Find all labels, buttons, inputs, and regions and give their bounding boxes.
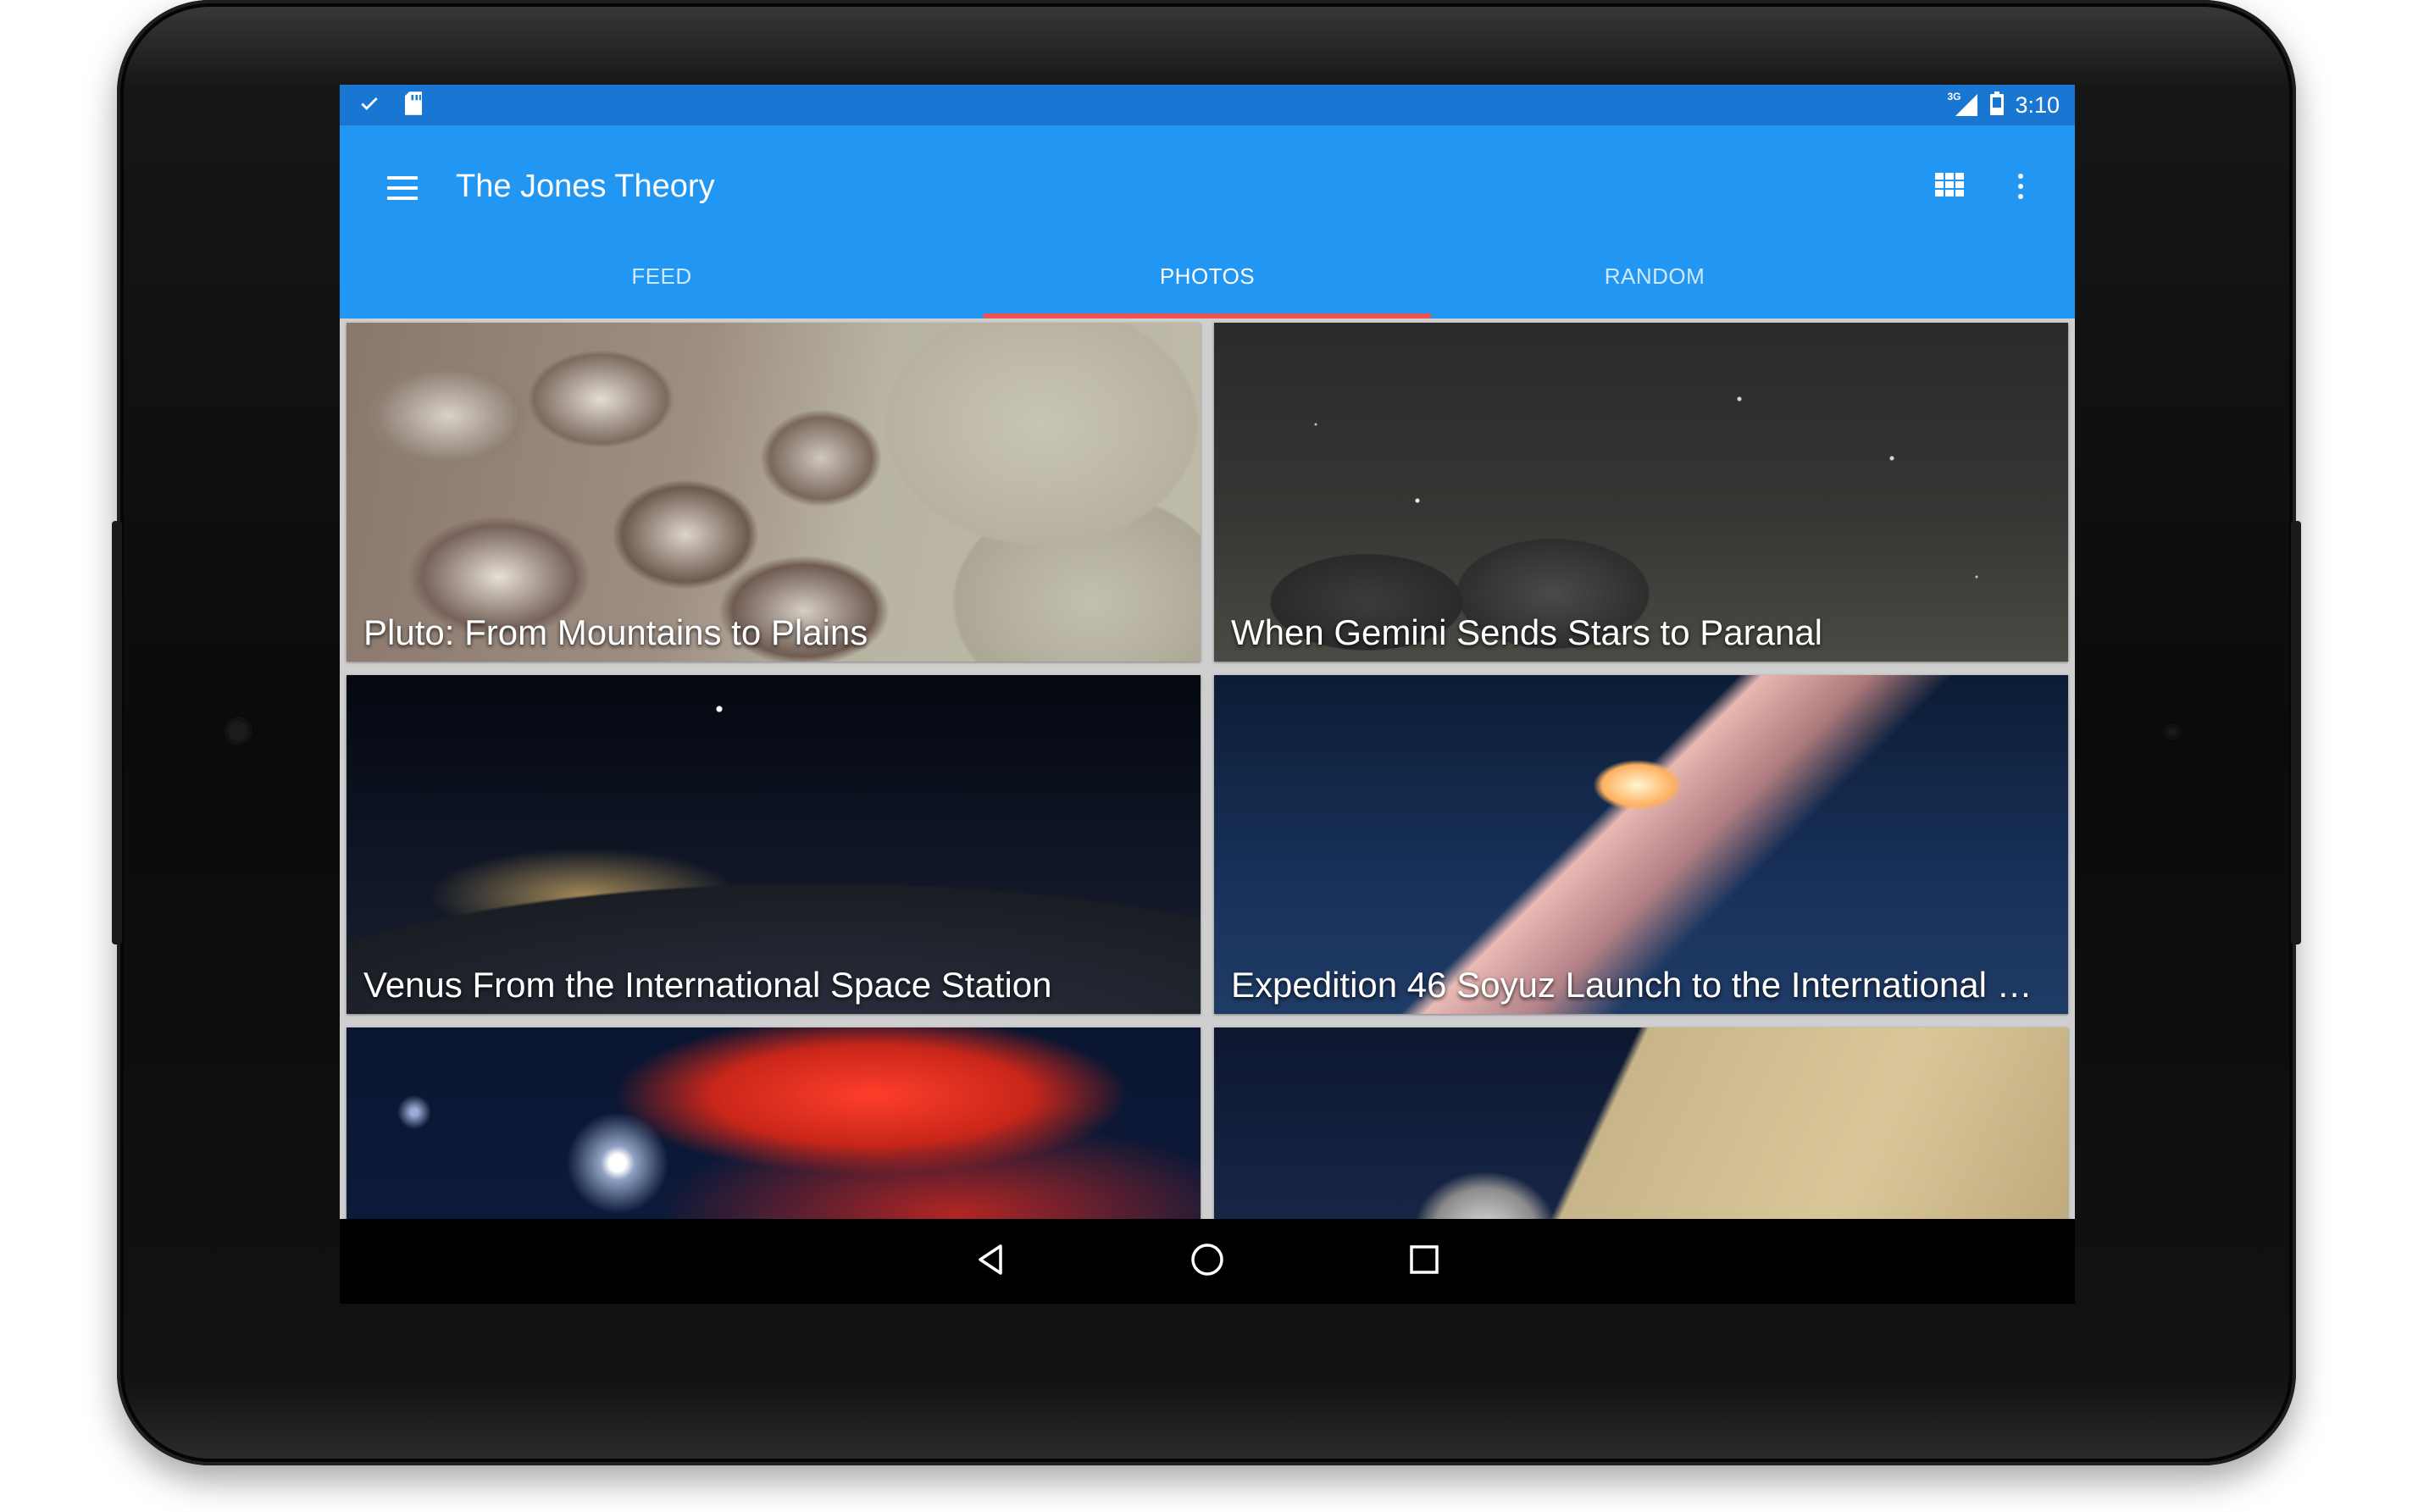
status-notifications	[358, 85, 424, 125]
navigation-bar	[340, 1219, 2075, 1304]
photo-caption: When Gemini Sends Stars to Paranal	[1231, 612, 1823, 652]
signal-icon: 3G	[1947, 91, 1979, 118]
photo-card[interactable]: Pluto: From Mountains to Plains	[347, 323, 1201, 662]
recents-icon	[1409, 1244, 1439, 1279]
app-title: The Jones Theory	[456, 169, 715, 204]
sd-card-icon	[402, 91, 424, 120]
photo-image	[347, 1027, 1201, 1219]
photo-card[interactable]	[1214, 1027, 2068, 1219]
photo-grid: Pluto: From Mountains to Plains When Gem…	[340, 318, 2075, 1219]
menu-button[interactable]	[384, 168, 421, 205]
photo-caption: Venus From the International Space Stati…	[363, 965, 1052, 1005]
recents-button[interactable]	[1400, 1238, 1448, 1285]
back-button[interactable]	[967, 1238, 1014, 1285]
photo-card[interactable]: Venus From the International Space Stati…	[347, 675, 1201, 1014]
volume-edge	[112, 521, 122, 944]
light-sensor	[2166, 725, 2179, 739]
status-system: 3G 3:10	[1947, 85, 2060, 125]
tab-feed[interactable]: FEED	[340, 234, 984, 318]
overflow-menu-button[interactable]	[2002, 168, 2039, 205]
front-camera	[225, 718, 251, 744]
power-edge	[2291, 521, 2301, 944]
photo-card[interactable]: When Gemini Sends Stars to Paranal	[1214, 323, 2068, 662]
photo-caption: Pluto: From Mountains to Plains	[363, 612, 868, 652]
clock: 3:10	[2015, 91, 2060, 118]
tab-random[interactable]: RANDOM	[1431, 234, 1878, 318]
network-type: 3G	[1947, 91, 1961, 102]
tab-photos[interactable]: PHOTOS	[984, 234, 1431, 318]
photo-image	[1214, 1027, 2068, 1219]
grid-view-icon	[1935, 172, 1964, 201]
overflow-menu-icon	[2018, 174, 2023, 199]
back-icon	[973, 1243, 1007, 1281]
home-icon	[1190, 1242, 1225, 1282]
photo-card[interactable]	[347, 1027, 1201, 1219]
screen: 3G 3:10 The Jones Theory FEED PHOTOS RAN…	[340, 85, 2075, 1304]
grid-view-button[interactable]	[1931, 168, 1968, 205]
app-bar: The Jones Theory FEED PHOTOS RANDOM	[340, 125, 2075, 318]
check-icon	[358, 92, 380, 119]
tab-bar: FEED PHOTOS RANDOM	[340, 234, 2075, 318]
home-button[interactable]	[1184, 1238, 1231, 1285]
menu-icon	[384, 168, 421, 200]
photo-card[interactable]: Expedition 46 Soyuz Launch to the Intern…	[1214, 675, 2068, 1014]
photo-caption: Expedition 46 Soyuz Launch to the Intern…	[1231, 965, 2044, 1005]
status-bar: 3G 3:10	[340, 85, 2075, 125]
battery-icon	[1989, 91, 2005, 120]
